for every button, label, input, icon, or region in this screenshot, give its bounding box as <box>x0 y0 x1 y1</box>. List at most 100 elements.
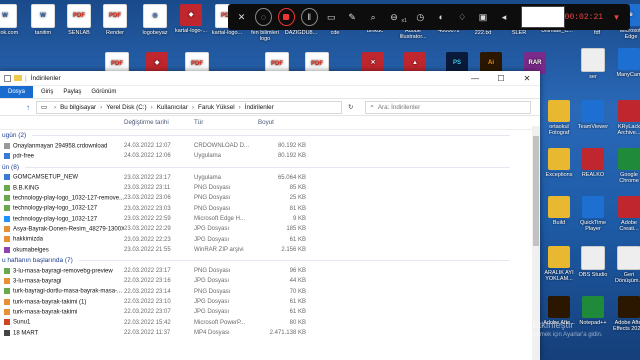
file-size: 81 KB <box>289 205 306 212</box>
file-type: PNG Dosyası <box>194 288 231 295</box>
desktop-icon[interactable]: Wtanitim <box>26 4 60 36</box>
desktop-icon-label: Geri Dönüşüm... <box>614 272 640 284</box>
pen-icon[interactable]: ✎ <box>345 9 360 25</box>
effect-icon[interactable]: ◐ <box>434 9 449 25</box>
app-icon <box>581 246 605 270</box>
search-input[interactable]: ⌕ Ara: İndirilenler <box>365 100 532 114</box>
file-row[interactable]: Asya-Bayrak-Donen-Resim_48279-1300X... 23… <box>0 224 540 234</box>
square-icon[interactable]: ▭ <box>324 9 339 25</box>
file-icon: ◎ <box>143 4 167 28</box>
desktop-icon[interactable]: ARALIK AYI YOKLAM... <box>542 246 576 282</box>
breadcrumb-0[interactable]: Bu bilgisayar <box>60 104 96 111</box>
breadcrumb-4[interactable]: İndirilenler <box>245 104 274 111</box>
group-header[interactable]: ün (8) <box>0 162 540 173</box>
group-header[interactable]: u haftanın başlarında (7) <box>0 255 540 266</box>
column-size[interactable]: Boyut <box>254 119 310 126</box>
file-tab[interactable]: Dosya <box>0 86 34 98</box>
file-size: 65.064 KB <box>277 174 306 181</box>
file-date: 23.03.2022 23:11 <box>124 185 171 192</box>
tab-share[interactable]: Paylaş <box>63 89 81 95</box>
file-row[interactable]: okumabelges 23.03.2022 21:55 WinRAR ZIP ar… <box>0 245 540 255</box>
file-row[interactable]: turk-bayragi-dortlu-masa-bayrak-masa-...… <box>0 287 540 297</box>
desktop-icon[interactable]: PDF Render <box>98 4 132 36</box>
file-row[interactable]: technology-play-logo_1032-127-remove... 2… <box>0 193 540 203</box>
up-arrow-icon[interactable]: ↑ <box>26 103 30 112</box>
record-button[interactable] <box>277 8 295 26</box>
desktop-icon[interactable]: PDF SENLAB <box>62 4 96 36</box>
file-icon <box>4 225 10 232</box>
file-row[interactable]: technology-play-logo_1032-127 23.03.2022 … <box>0 214 540 224</box>
file-row[interactable]: GOMCAMSETUP_NEW 23.03.2022 23:17 Uygulama 6… <box>0 173 540 183</box>
file-list: ugün (2) Onaylanmayan 294958.crdownload 24… <box>0 130 540 338</box>
desktop-icon-label: Exceptions <box>545 172 573 178</box>
checkbox-icon[interactable] <box>4 74 11 82</box>
file-name-text: Asya-Bayrak-Donen-Resim_48279-1300X... <box>13 226 124 233</box>
tab-home[interactable]: Giriş <box>41 89 53 95</box>
pause-icon[interactable]: ‖ <box>300 8 318 26</box>
desktop-icon[interactable]: Geri Dönüşüm... <box>612 246 640 284</box>
zoom-out-icon[interactable]: ⊖ <box>387 9 402 25</box>
desktop-icon[interactable]: QuickTime Player <box>576 196 610 232</box>
file-row[interactable]: 3-lu-masa-bayragi-removebg-preview 22.03.… <box>0 266 540 276</box>
file-row[interactable]: pdr-free 24.03.2022 12:06 Uygulama 80.192 K… <box>0 151 540 161</box>
camera-icon[interactable]: ▣ <box>476 9 491 25</box>
desktop-icon[interactable]: ortaokul Fotograf <box>542 100 576 136</box>
desktop-icon[interactable]: Adobe Creati... <box>612 196 640 232</box>
desktop-icon[interactable]: Build <box>542 196 576 226</box>
refresh-icon[interactable]: ↻ <box>348 104 353 111</box>
close-button[interactable]: ✕ <box>514 71 540 85</box>
drop-icon[interactable]: ♢ <box>455 9 470 25</box>
column-type[interactable]: Tür <box>194 119 254 126</box>
breadcrumb-3[interactable]: Faruk Yüksel <box>198 104 235 111</box>
tab-view[interactable]: Görünüm <box>91 89 116 95</box>
file-row[interactable]: turk-masa-bayrak-takimi (1) 22.03.2022 23… <box>0 297 540 307</box>
desktop-icon[interactable]: Exceptions <box>542 148 576 178</box>
clock-icon[interactable]: ◷ <box>413 9 428 25</box>
desktop-icon[interactable]: OBS Studio <box>576 246 610 278</box>
breadcrumb-2[interactable]: Kullanıcılar <box>157 104 188 111</box>
file-row[interactable]: technology-play-logo_1032-127 23.03.2022 … <box>0 203 540 213</box>
file-row[interactable]: B.B.KING 23.03.2022 23:11 PNG Dosyası 85 KB <box>0 183 540 193</box>
zoom-icon[interactable]: ⌕ <box>366 9 381 25</box>
file-date: 23.03.2022 22:59 <box>124 215 171 222</box>
file-icon <box>4 267 10 274</box>
preview-thumbnail <box>521 6 565 28</box>
file-row[interactable]: Sunu1 22.03.2022 15:42 Microsoft PowerP...… <box>0 317 540 327</box>
maximize-button[interactable]: ☐ <box>488 71 514 85</box>
file-name: technology-play-logo_1032-127-remove... <box>0 195 124 202</box>
address-bar[interactable]: ▭ › Bu bilgisayar › Yerel Disk (C:) › Kull… <box>36 100 342 114</box>
desktop-icon[interactable]: ◆ kartal-logo-... <box>174 4 208 34</box>
file-name-text: Sunu1 <box>13 319 31 326</box>
file-row[interactable]: 3-lu-masa-bayragi 22.03.2022 23:16 JPG Dos… <box>0 276 540 286</box>
close-icon[interactable]: ✕ <box>234 9 249 25</box>
desktop-icon[interactable]: KRyLack Archive... <box>612 100 640 136</box>
desktop-icon-label: TeamViewer <box>577 124 609 130</box>
file-row[interactable]: hakkimizda 23.03.2022 22:23 JPG Dosyası 61 … <box>0 234 540 244</box>
desktop-icon-label: kartal-logo... <box>211 30 243 36</box>
desktop-icon[interactable]: REALKO <box>576 148 610 178</box>
file-date: 23.03.2022 23:17 <box>124 174 171 181</box>
desktop-icon[interactable]: ser <box>576 48 610 80</box>
desktop-icon[interactable]: Adobe After Effects 202... <box>612 296 640 332</box>
breadcrumb-1[interactable]: Yerel Disk (C:) <box>106 104 146 111</box>
desktop-icon-label: logobeyaz <box>142 30 168 36</box>
desktop-icon[interactable]: ManyCam <box>612 48 640 78</box>
desktop-icon[interactable]: ◎ logobeyaz <box>138 4 172 36</box>
group-divider <box>32 135 510 136</box>
cursor-icon[interactable]: ◌ <box>254 8 272 26</box>
speaker-icon[interactable]: ◂ <box>497 9 512 25</box>
menu-icon[interactable]: ▾ <box>609 9 624 25</box>
file-row[interactable]: 18 MART 22.03.2022 11:37 MP4 Dosyası 2.471.… <box>0 328 540 338</box>
column-date[interactable]: Değiştirme tarihi <box>124 119 194 126</box>
scrollbar-thumb[interactable] <box>533 136 539 246</box>
desktop-icon[interactable]: W Tiktok.com <box>0 4 22 36</box>
file-row[interactable]: Onaylanmayan 294958.crdownload 24.03.2022… <box>0 141 540 151</box>
minimize-button[interactable]: — <box>462 71 488 85</box>
file-date: 23.03.2022 23:03 <box>124 205 171 212</box>
file-row[interactable]: turk-masa-bayrak-takimi 22.03.2022 23:07 J… <box>0 307 540 317</box>
desktop-icon[interactable]: Google Chrome <box>612 148 640 184</box>
file-name-text: Onaylanmayan 294958.crdownload <box>13 143 108 150</box>
group-header[interactable]: ugün (2) <box>0 130 540 141</box>
desktop-icon[interactable]: TeamViewer <box>576 100 610 130</box>
file-icon <box>4 184 10 191</box>
